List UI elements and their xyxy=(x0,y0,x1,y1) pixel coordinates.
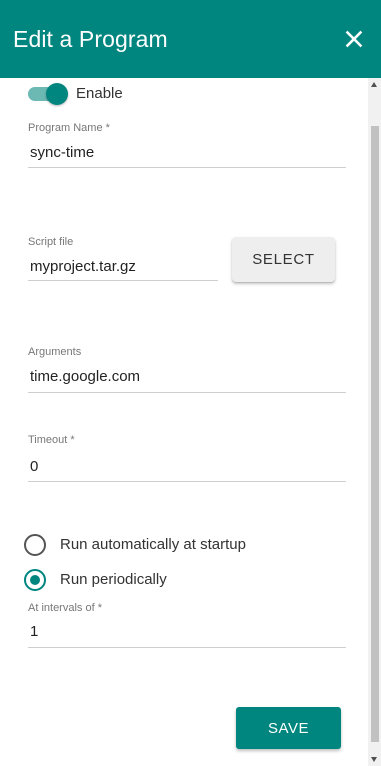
dialog-title: Edit a Program xyxy=(13,26,168,52)
scroll-down-arrow-icon[interactable] xyxy=(371,757,377,762)
script-file-underline xyxy=(28,280,218,281)
script-file-field[interactable]: Script file myproject.tar.gz xyxy=(28,236,218,282)
timeout-input[interactable]: 0 xyxy=(30,458,38,475)
enable-toggle[interactable] xyxy=(26,82,68,105)
toggle-thumb xyxy=(46,83,68,105)
program-name-label: Program Name * xyxy=(28,122,110,134)
timeout-field[interactable]: Timeout * 0 xyxy=(28,434,346,482)
interval-input[interactable]: 1 xyxy=(30,623,38,640)
radio-run-periodically[interactable]: Run periodically xyxy=(24,569,324,591)
script-file-input[interactable]: myproject.tar.gz xyxy=(30,258,136,275)
scrollbar-thumb[interactable] xyxy=(371,126,379,742)
radio-circle xyxy=(24,534,46,556)
interval-field[interactable]: At intervals of * 1 xyxy=(28,602,346,650)
close-icon[interactable] xyxy=(341,26,367,52)
radio-selected-dot xyxy=(30,575,40,585)
scrollbar[interactable] xyxy=(368,78,381,766)
interval-label: At intervals of * xyxy=(28,602,102,614)
arguments-input[interactable]: time.google.com xyxy=(30,368,140,385)
radio-label: Run automatically at startup xyxy=(60,536,246,553)
program-name-field[interactable]: Program Name * sync-time xyxy=(28,122,346,170)
scroll-up-arrow-icon[interactable] xyxy=(371,82,377,87)
interval-underline xyxy=(28,647,346,648)
select-file-button[interactable]: SELECT xyxy=(232,237,335,282)
arguments-underline xyxy=(28,392,346,393)
dialog-content xyxy=(0,78,368,766)
radio-label: Run periodically xyxy=(60,571,167,588)
enable-label: Enable xyxy=(76,85,123,102)
arguments-label: Arguments xyxy=(28,346,82,358)
save-button[interactable]: SAVE xyxy=(236,707,341,749)
radio-run-at-startup[interactable]: Run automatically at startup xyxy=(24,534,324,556)
timeout-underline xyxy=(28,481,346,482)
arguments-field[interactable]: Arguments time.google.com xyxy=(28,346,346,394)
dialog-header: Edit a Program xyxy=(0,0,381,78)
program-name-underline xyxy=(28,167,346,168)
program-name-input[interactable]: sync-time xyxy=(30,144,94,161)
timeout-label: Timeout * xyxy=(28,434,75,446)
script-file-label: Script file xyxy=(28,236,74,248)
